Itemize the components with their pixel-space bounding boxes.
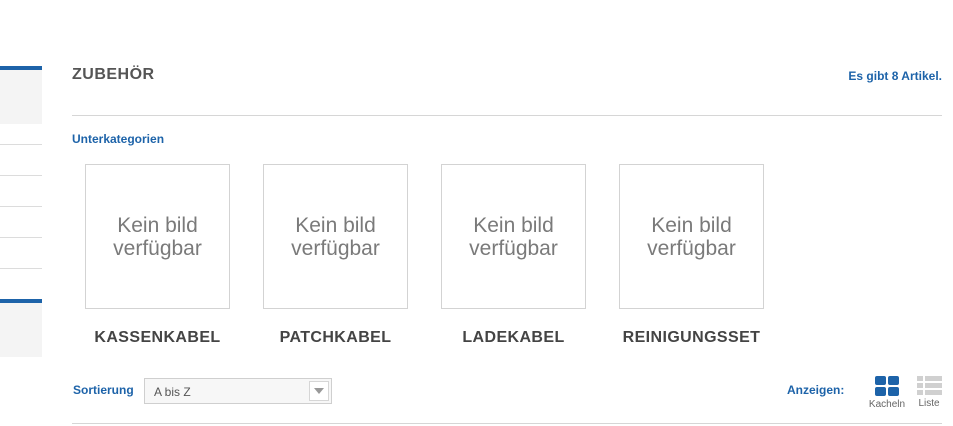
sort-select-value: A bis Z [154, 385, 191, 399]
view-mode-label: Anzeigen: [787, 383, 845, 397]
no-image-placeholder[interactable]: Kein bild verfügbar [441, 164, 586, 309]
subcategory-tile-ladekabel[interactable]: Kein bild verfügbar LADEKABEL [441, 164, 586, 347]
view-list-caption[interactable]: Liste [913, 398, 945, 409]
sort-select[interactable]: A bis Z [144, 378, 332, 404]
no-image-placeholder[interactable]: Kein bild verfügbar [619, 164, 764, 309]
sidebar-divider [0, 206, 42, 207]
sort-label: Sortierung [73, 383, 134, 397]
no-image-placeholder[interactable]: Kein bild verfügbar [85, 164, 230, 309]
subcategory-tile-reinigungsset[interactable]: Kein bild verfügbar REINIGUNGSSET [619, 164, 764, 347]
chevron-down-icon[interactable] [309, 381, 329, 401]
subcategory-name[interactable]: LADEKABEL [441, 329, 586, 347]
list-view-icon[interactable] [916, 376, 942, 395]
sidebar-block [0, 70, 42, 124]
view-list-button[interactable]: Liste [913, 376, 945, 409]
sidebar-divider [0, 237, 42, 238]
view-grid-button[interactable]: Kacheln [866, 376, 908, 410]
sidebar-divider [0, 268, 42, 269]
page-title: ZUBEHÖR [72, 66, 155, 83]
no-image-placeholder[interactable]: Kein bild verfügbar [263, 164, 408, 309]
subcategory-name[interactable]: PATCHKABEL [263, 329, 408, 347]
sidebar-divider [0, 144, 42, 145]
subcategory-tile-kassenkabel[interactable]: Kein bild verfügbar KASSENKABEL [85, 164, 230, 347]
grid-view-icon[interactable] [875, 376, 899, 396]
header-divider [72, 115, 942, 116]
view-grid-caption[interactable]: Kacheln [866, 399, 908, 410]
subcategory-tile-patchkabel[interactable]: Kein bild verfügbar PATCHKABEL [263, 164, 408, 347]
article-count: Es gibt 8 Artikel. [848, 69, 942, 83]
subcategories-heading: Unterkategorien [72, 132, 165, 146]
sidebar-block [0, 303, 42, 357]
subcategory-name[interactable]: REINIGUNGSSET [619, 329, 764, 347]
subcategory-name[interactable]: KASSENKABEL [85, 329, 230, 347]
sidebar-divider [0, 175, 42, 176]
toolbar-divider [72, 423, 942, 424]
